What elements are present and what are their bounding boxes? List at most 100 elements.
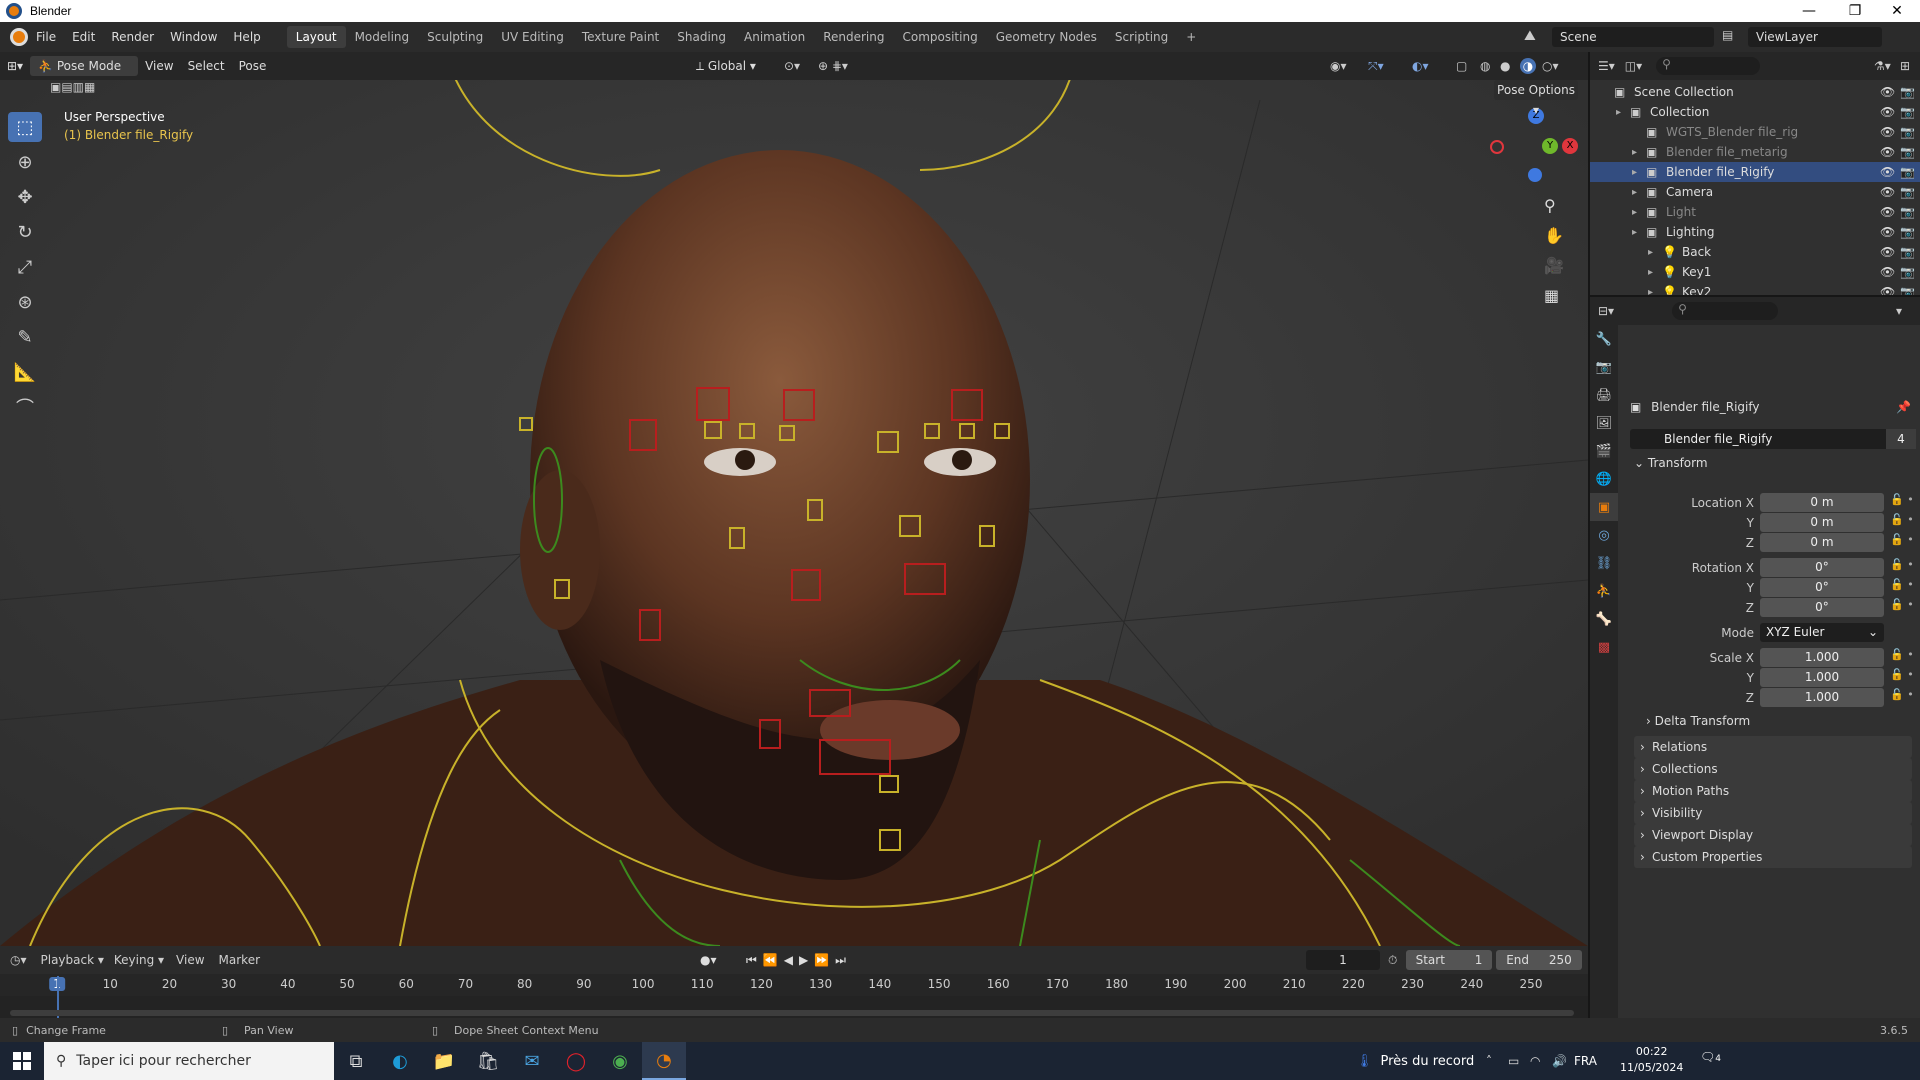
lock-icon[interactable]: 🔓 • (1890, 513, 1914, 526)
user-count[interactable]: 4 (1886, 429, 1916, 449)
select-mode-icons[interactable]: ▣▤▥▦ (50, 80, 95, 94)
mode-dropdown[interactable]: ⛹ Pose Mode ▾ (30, 56, 139, 93)
scale-x-field[interactable]: 1.000 (1760, 648, 1884, 667)
restore-icon[interactable]: ❐ (1832, 0, 1878, 22)
menu-window[interactable]: Window (162, 30, 225, 44)
measure-icon[interactable]: 📐 (8, 357, 42, 387)
3d-viewport[interactable]: User Perspective (1) Blender file_Rigify… (0, 80, 1588, 946)
outliner-row[interactable]: ▸ 💡 Back 👁 📷 (1590, 242, 1920, 262)
outliner-editor-icon[interactable]: ☰▾ (1598, 59, 1615, 73)
eye-icon[interactable]: 👁 (1880, 165, 1895, 179)
panel-custom-properties[interactable]: › Custom Properties (1634, 846, 1912, 868)
eye-icon[interactable]: 👁 (1880, 225, 1895, 239)
filter-icon[interactable]: ⚗▾ (1874, 59, 1891, 73)
outliner-row[interactable]: ▸ ▣ Blender file_metarig 👁 📷 (1590, 142, 1920, 162)
scene-selector[interactable]: Scene (1552, 27, 1714, 47)
minimize-icon[interactable]: — (1786, 0, 1832, 22)
workspace-tab--[interactable]: + (1177, 26, 1205, 48)
properties-search-input[interactable]: ⚲ (1672, 302, 1779, 320)
timeline-editor-icon[interactable]: ◷▾ (10, 953, 27, 967)
view-layer-icon[interactable]: ▤ (1722, 28, 1733, 42)
workspace-tab-animation[interactable]: Animation (735, 26, 814, 48)
wifi-icon[interactable]: ◠ (1530, 1054, 1540, 1068)
render-camera-icon[interactable]: 📷 (1900, 225, 1915, 239)
delta-transform-header[interactable]: › Delta Transform (1646, 714, 1750, 728)
render-camera-icon[interactable]: 📷 (1900, 105, 1915, 119)
disclosure-triangle-icon[interactable]: ▸ (1632, 227, 1637, 238)
lock-icon[interactable]: 🔓 • (1890, 648, 1914, 661)
eye-icon[interactable]: 👁 (1880, 185, 1895, 199)
gizmo-y-icon[interactable]: Y (1542, 138, 1558, 154)
end-frame-field[interactable]: End 250 (1496, 950, 1582, 970)
task-view-icon[interactable]: ⧉ (334, 1042, 378, 1080)
render-camera-icon[interactable]: 📷 (1900, 165, 1915, 179)
marker-menu[interactable]: Marker (219, 953, 260, 967)
workspace-tab-shading[interactable]: Shading (668, 26, 735, 48)
frame-ruler[interactable]: 1102030405060708090100110120130140150160… (0, 974, 1588, 996)
weather-widget[interactable]: 🌡 Près du record (1356, 1042, 1474, 1080)
workspace-tab-texture-paint[interactable]: Texture Paint (573, 26, 668, 48)
pin-icon[interactable]: 📌 (1896, 400, 1911, 414)
edge-icon[interactable]: ◐ (378, 1042, 422, 1080)
armature-data-tab-icon[interactable]: ⛹ (1590, 577, 1618, 605)
disclosure-triangle-icon[interactable]: ▸ (1632, 147, 1637, 158)
lock-icon[interactable]: 🔓 • (1890, 578, 1914, 591)
scale-y-field[interactable]: 1.000 (1760, 668, 1884, 687)
navigation-gizmo[interactable]: Z Y X (1486, 108, 1578, 188)
render-camera-icon[interactable]: 📷 (1900, 265, 1915, 279)
snap-icon[interactable]: ⊕ ⋕▾ (818, 59, 848, 73)
rotation-mode-dropdown[interactable]: XYZ Euler ⌄ (1760, 623, 1884, 642)
record-icon[interactable]: ●▾ (700, 953, 717, 967)
annotate-icon[interactable]: ✎ (8, 322, 42, 352)
pan-hand-icon[interactable]: ✋ (1544, 226, 1564, 245)
gizmo-neg-x-icon[interactable] (1490, 140, 1504, 154)
object-datablock-field[interactable]: Blender file_Rigify 4 (1630, 429, 1916, 449)
relax-pose-icon[interactable]: ⌒ (8, 392, 42, 422)
physics-tab-icon[interactable]: ◎ (1590, 521, 1618, 549)
scene-tab-icon[interactable]: 🎬 (1590, 437, 1618, 465)
pivot-icon[interactable]: ⊙▾ (784, 59, 800, 73)
lock-icon[interactable]: 🔓 • (1890, 533, 1914, 546)
tray-chevron-icon[interactable]: ˄ (1486, 1054, 1492, 1068)
panel-visibility[interactable]: › Visibility (1634, 802, 1912, 824)
location-z-field[interactable]: 0 m (1760, 533, 1884, 552)
move-icon[interactable]: ✥ (8, 182, 42, 212)
timeline-view-menu[interactable]: View (176, 953, 204, 967)
eye-icon[interactable]: 👁 (1880, 205, 1895, 219)
blender-menu-icon[interactable] (10, 28, 28, 46)
transform-icon[interactable]: ⊛ (8, 287, 42, 317)
disclosure-triangle-icon[interactable]: ▸ (1632, 167, 1637, 178)
playback-menu[interactable]: Playback ▾ (41, 953, 104, 967)
lock-icon[interactable]: 🔓 • (1890, 493, 1914, 506)
workspace-tab-layout[interactable]: Layout (286, 26, 346, 48)
lock-icon[interactable]: 🔓 • (1890, 668, 1914, 681)
menu-edit[interactable]: Edit (64, 30, 103, 44)
render-camera-icon[interactable]: 📷 (1900, 85, 1915, 99)
panel-viewport-display[interactable]: › Viewport Display (1634, 824, 1912, 846)
menu-help[interactable]: Help (225, 30, 268, 44)
eye-icon[interactable]: 👁 (1880, 145, 1895, 159)
outliner-row[interactable]: ▸ ▣ Lighting 👁 📷 (1590, 222, 1920, 242)
shading-rendered-icon[interactable]: ○▾ (1542, 59, 1559, 73)
workspace-tab-modeling[interactable]: Modeling (346, 26, 419, 48)
mail-icon[interactable]: ✉ (510, 1042, 554, 1080)
rotation-y-field[interactable]: 0° (1760, 578, 1884, 597)
render-camera-icon[interactable]: 📷 (1900, 245, 1915, 259)
lock-icon[interactable]: 🔓 • (1890, 688, 1914, 701)
gizmo-icon[interactable]: ⤧▾ (1368, 59, 1384, 74)
start-frame-field[interactable]: Start 1 (1406, 950, 1492, 970)
gizmo-x-icon[interactable]: X (1562, 138, 1578, 154)
render-camera-icon[interactable]: 📷 (1900, 185, 1915, 199)
zoom-icon[interactable]: ⚲ (1544, 196, 1556, 215)
orientation-dropdown[interactable]: ⟂ Global ▾ (696, 56, 756, 76)
clock-icon[interactable]: ⏱ (1388, 953, 1397, 968)
panel-collections[interactable]: › Collections (1634, 758, 1912, 780)
menu-file[interactable]: File (28, 30, 64, 44)
visibility-icon[interactable]: ◉▾ (1330, 59, 1347, 73)
select-box-icon[interactable]: ⬚ (8, 112, 42, 142)
workspace-tab-geometry-nodes[interactable]: Geometry Nodes (987, 26, 1106, 48)
eye-icon[interactable]: 👁 (1880, 125, 1895, 139)
pose-options-dropdown[interactable]: Pose Options ▾ (1494, 80, 1578, 117)
lock-icon[interactable]: 🔓 • (1890, 558, 1914, 571)
world-tab-icon[interactable]: 🌐 (1590, 465, 1618, 493)
